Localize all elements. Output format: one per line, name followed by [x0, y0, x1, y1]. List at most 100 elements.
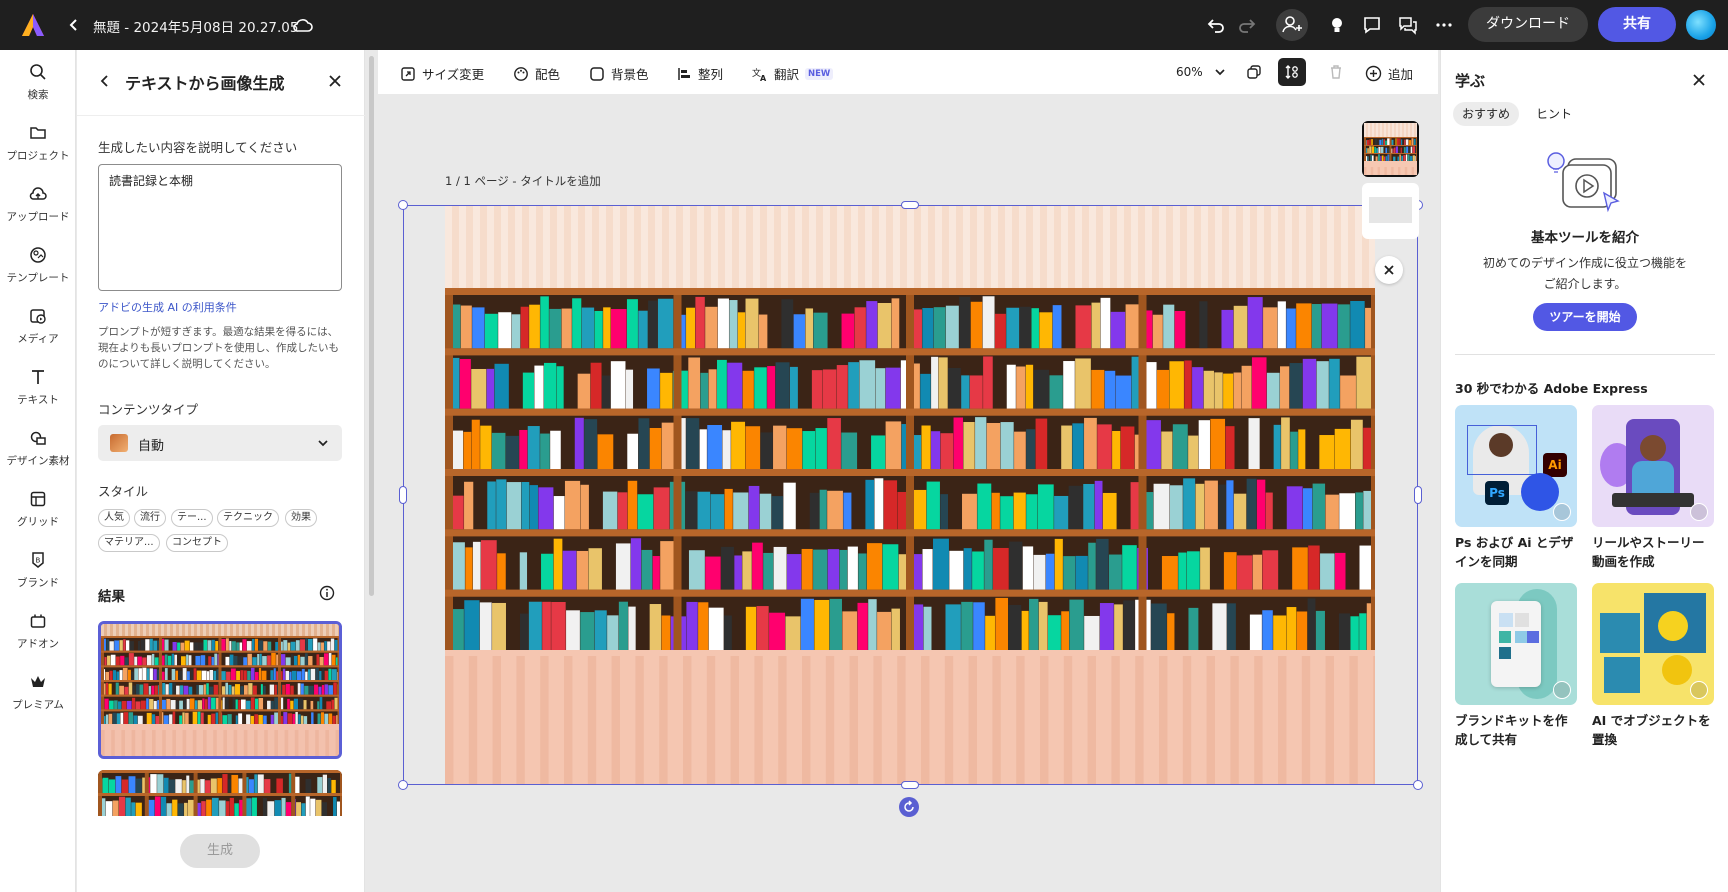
style-chip[interactable]: マテリア...: [98, 534, 160, 552]
generate-button[interactable]: 生成: [180, 834, 260, 868]
rail-label: ブランド: [17, 577, 59, 589]
lightbulb-icon[interactable]: [1326, 14, 1348, 36]
back-icon[interactable]: [96, 72, 114, 90]
close-icon[interactable]: [1375, 256, 1403, 284]
checkmark-icon: [1553, 681, 1571, 699]
rail-label: プレミアム: [12, 699, 64, 711]
style-chip[interactable]: 人気: [98, 509, 130, 527]
translate-button[interactable]: 文A 翻訳 NEW: [752, 64, 834, 83]
style-chip[interactable]: コンセプト: [166, 534, 228, 552]
undo-icon[interactable]: [1205, 14, 1227, 36]
resize-button[interactable]: サイズ変更: [400, 64, 484, 83]
download-button[interactable]: ダウンロード: [1468, 7, 1588, 42]
rail-templates[interactable]: テンプレート: [0, 245, 76, 285]
content-type-label: コンテンツタイプ: [98, 402, 199, 417]
content-type-value: 自動: [138, 439, 165, 454]
tour-illustration: [1546, 147, 1626, 217]
align-button[interactable]: 整列: [676, 64, 723, 83]
close-icon[interactable]: [326, 72, 344, 90]
rail-text[interactable]: テキスト: [0, 367, 76, 407]
rail-label: アドオン: [17, 638, 59, 650]
comment-icon[interactable]: [1361, 14, 1383, 36]
terms-link[interactable]: アドビの生成 AI の利用条件: [98, 299, 237, 315]
adobe-express-logo[interactable]: [20, 12, 46, 38]
rail-design-assets[interactable]: デザイン素材: [0, 428, 76, 468]
resize-handle-bottom[interactable]: [901, 781, 919, 789]
zoom-level[interactable]: 60%: [1176, 65, 1203, 79]
tab-tips[interactable]: ヒント: [1527, 102, 1581, 126]
share-button[interactable]: 共有: [1598, 7, 1676, 42]
duplicate-icon[interactable]: [1240, 58, 1268, 86]
resize-handle-tl[interactable]: [398, 200, 408, 210]
resize-handle-top[interactable]: [901, 201, 919, 209]
rail-projects[interactable]: プロジェクト: [0, 123, 76, 163]
document-title[interactable]: 無題 - 2024年5月08日 20.27.05: [93, 16, 299, 36]
canvas-area[interactable]: 1 / 1 ページ - タイトルを追加: [378, 94, 1438, 892]
media-icon: [30, 309, 46, 324]
resize-handle-br[interactable]: [1413, 780, 1423, 790]
rail-brand[interactable]: B ブランド: [0, 550, 76, 590]
learn-title: 学ぶ: [1455, 72, 1486, 90]
chevron-down-icon: [316, 436, 330, 450]
content-type-select[interactable]: 自動: [98, 425, 342, 461]
rail-addons[interactable]: アドオン: [0, 611, 76, 651]
rail-grid[interactable]: グリッド: [0, 489, 76, 529]
page-title[interactable]: 1 / 1 ページ - タイトルを追加: [445, 173, 601, 189]
panel-scrollbar[interactable]: [369, 56, 374, 596]
zoom-chevron-down-icon[interactable]: [1206, 58, 1234, 86]
add-button[interactable]: 追加: [1365, 64, 1413, 83]
learn-card[interactable]: リールやストーリー動画を作成: [1592, 405, 1714, 571]
close-icon[interactable]: [1691, 72, 1707, 88]
background-color-button[interactable]: 背景色: [589, 64, 649, 83]
style-chip[interactable]: 効果: [285, 509, 317, 527]
learn-panel: 学ぶ おすすめ ヒント 基本ツールを紹介 初めてのデザイン作成に役立つ機能をご紹…: [1440, 50, 1728, 892]
style-chip[interactable]: テクニック: [217, 509, 279, 527]
card-caption: Ps および Ai とデザインを同期: [1455, 535, 1574, 569]
prompt-label: 生成したい内容を説明してください: [98, 140, 298, 155]
redo-icon[interactable]: [1236, 14, 1258, 36]
start-tour-button[interactable]: ツアーを開始: [1533, 303, 1637, 331]
brand-icon: B: [32, 552, 44, 568]
layers-toggle-icon[interactable]: [1278, 58, 1306, 86]
prompt-input[interactable]: 読書記録と本棚: [98, 164, 342, 291]
learn-card[interactable]: Ai Ps Ps および Ai とデザインを同期: [1455, 405, 1577, 571]
style-chip[interactable]: 流行: [134, 509, 166, 527]
rail-label: デザイン素材: [6, 455, 70, 467]
trash-icon[interactable]: [1322, 58, 1350, 86]
add-label: 追加: [1388, 67, 1414, 82]
page-thumbnail-2[interactable]: [1362, 183, 1419, 239]
resize-handle-right[interactable]: [1414, 486, 1422, 504]
page-thumbnail-1[interactable]: [1362, 121, 1419, 177]
colors-button[interactable]: 配色: [513, 64, 560, 83]
rail-premium[interactable]: プレミアム: [0, 672, 76, 712]
learn-card[interactable]: ブランドキットを作成して共有: [1455, 583, 1577, 749]
card-caption: ブランドキットを作成して共有: [1455, 713, 1568, 747]
chat-icon[interactable]: [1397, 14, 1419, 36]
card-thumbnail: [1592, 583, 1714, 705]
intro-description: 初めてのデザイン作成に役立つ機能をご紹介します。: [1482, 256, 1687, 291]
upload-icon: [29, 187, 47, 200]
text-icon: [32, 370, 44, 384]
more-icon[interactable]: [1433, 14, 1455, 36]
result-thumbnail[interactable]: [98, 770, 342, 816]
result-thumbnail-selected[interactable]: [98, 621, 342, 759]
background-color-icon: [590, 66, 604, 81]
rotate-handle[interactable]: [899, 797, 919, 817]
user-avatar[interactable]: [1686, 10, 1716, 40]
resize-icon: [401, 66, 415, 81]
learn-card[interactable]: AI でオブジェクトを置換: [1592, 583, 1714, 749]
section-title: 30 秒でわかる Adobe Express: [1455, 381, 1648, 396]
cloud-sync-icon[interactable]: [292, 14, 314, 36]
resize-handle-bl[interactable]: [398, 780, 408, 790]
rail-search[interactable]: 検索: [0, 62, 76, 102]
palette-icon: [514, 66, 528, 81]
style-chip[interactable]: テー...: [171, 509, 213, 527]
rail-media[interactable]: メディア: [0, 306, 76, 346]
invite-user-icon[interactable]: [1276, 9, 1308, 41]
resize-handle-left[interactable]: [399, 486, 407, 504]
tab-recommended[interactable]: おすすめ: [1453, 102, 1520, 126]
info-icon[interactable]: [319, 585, 335, 601]
back-icon[interactable]: [64, 15, 84, 35]
svg-text:A: A: [760, 74, 767, 82]
rail-upload[interactable]: アップロード: [0, 184, 76, 224]
